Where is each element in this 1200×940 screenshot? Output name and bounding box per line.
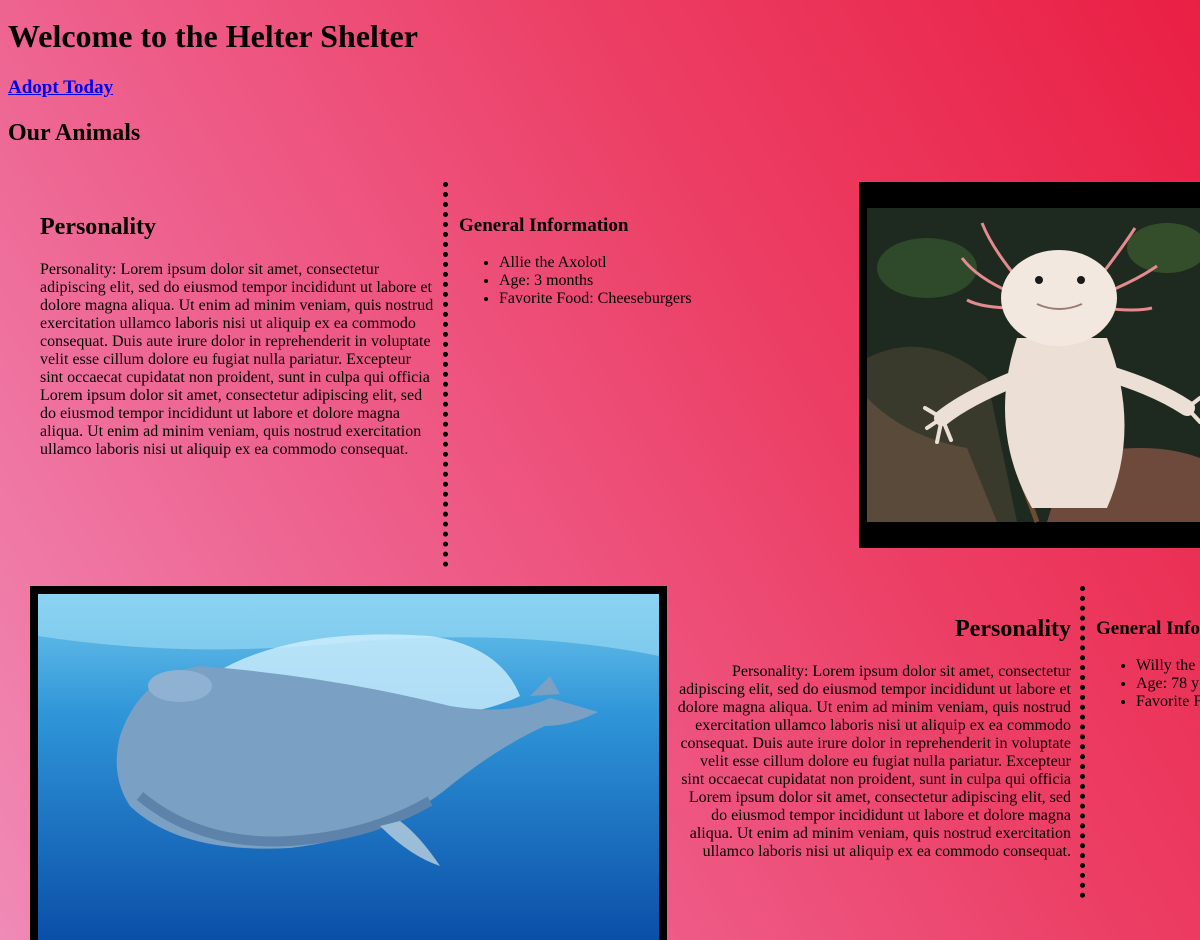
- animal-1-personality: Personality Personality: Lorem ipsum dol…: [40, 212, 435, 459]
- whale-photo: [30, 586, 667, 940]
- page-title: Welcome to the Helter Shelter: [8, 18, 418, 54]
- personality-heading: Personality: [40, 214, 156, 240]
- list-item: Age: 3 months: [499, 272, 839, 290]
- personality-text: Personality: Lorem ipsum dolor sit amet,…: [677, 663, 1071, 860]
- personality-text: Personality: Lorem ipsum dolor sit amet,…: [40, 261, 434, 458]
- list-item: Age: 78 y: [1136, 675, 1200, 693]
- animal-2-general-info: General Infor Willy the Age: 78 y Favori…: [1096, 617, 1200, 711]
- adopt-today-link[interactable]: Adopt Today: [8, 76, 113, 100]
- dotted-divider: [443, 182, 448, 567]
- animal-2-personality: Personality Personality: Lorem ipsum dol…: [676, 614, 1071, 861]
- list-item: Favorite Food: Cheeseburgers: [499, 290, 839, 308]
- section-title: Our Animals: [8, 120, 141, 146]
- animal-1-general-info: General Information Allie the Axolotl Ag…: [459, 214, 839, 308]
- axolotl-photo: [859, 182, 1200, 548]
- list-item: Willy the: [1136, 657, 1200, 675]
- info-list: Allie the Axolotl Age: 3 months Favorite…: [459, 254, 839, 308]
- list-item: Favorite F: [1136, 693, 1200, 711]
- list-item: Allie the Axolotl: [499, 254, 839, 272]
- dotted-divider: [1080, 586, 1085, 898]
- general-info-heading: General Infor: [1096, 618, 1200, 639]
- personality-heading: Personality: [955, 616, 1071, 642]
- info-list: Willy the Age: 78 y Favorite F: [1096, 657, 1200, 711]
- general-info-heading: General Information: [459, 215, 629, 236]
